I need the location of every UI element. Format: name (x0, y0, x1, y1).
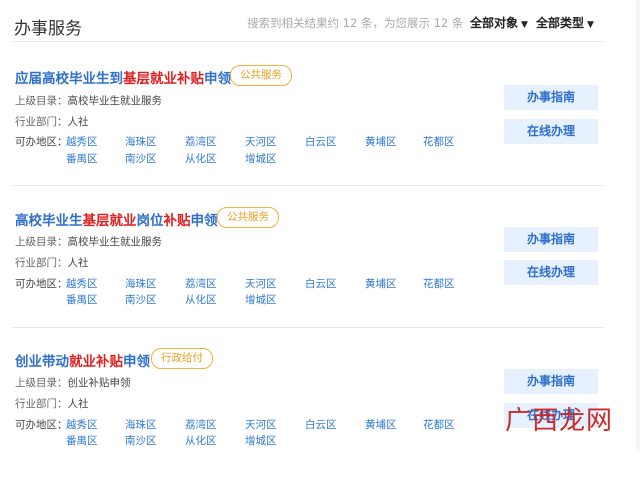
filter-object-dropdown[interactable]: 全部对象 ▼ (470, 14, 528, 31)
district-link[interactable]: 越秀区 (66, 276, 98, 291)
divider (12, 185, 604, 186)
chevron-down-icon: ▼ (587, 20, 594, 30)
filter-type-label: 全部类型 (536, 16, 585, 30)
district-link[interactable]: 荔湾区 (185, 417, 217, 432)
department: 行业部门：人社 (15, 398, 89, 410)
watermark: 广西龙网 (505, 406, 614, 436)
district-link[interactable]: 增城区 (245, 151, 277, 166)
district-link[interactable]: 花都区 (423, 417, 455, 432)
page-title: 办事服务 (14, 19, 82, 39)
page-header: 办事服务 搜索到相关结果约 12 条，为您展示 12 条 全部对象 ▼ 全部类型 ▼ (0, 0, 640, 50)
district-link[interactable]: 番禺区 (66, 433, 98, 448)
district-link[interactable]: 海珠区 (125, 276, 157, 291)
district-link[interactable]: 海珠区 (125, 417, 157, 432)
district-link[interactable]: 越秀区 (66, 417, 98, 432)
district-link[interactable]: 南沙区 (125, 151, 157, 166)
district-link[interactable]: 天河区 (245, 417, 277, 432)
department: 行业部门：人社 (15, 116, 89, 128)
district-link[interactable]: 白云区 (305, 276, 337, 291)
district-link[interactable]: 越秀区 (66, 134, 98, 149)
district-link[interactable]: 荔湾区 (185, 276, 217, 291)
filter-type-dropdown[interactable]: 全部类型 ▼ (536, 14, 594, 31)
area-label: 可办地区： (15, 136, 68, 148)
district-link[interactable]: 从化区 (185, 151, 217, 166)
category-tag: 行政给付 (151, 348, 213, 369)
district-link[interactable]: 黄埔区 (365, 134, 397, 149)
service-title-link[interactable]: 高校毕业生基层就业岗位补贴申领 (15, 209, 218, 229)
category-tag: 公共服务 (230, 65, 292, 86)
district-link[interactable]: 花都区 (423, 134, 455, 149)
district-link[interactable]: 增城区 (245, 292, 277, 307)
divider (12, 41, 604, 42)
district-link[interactable]: 海珠区 (125, 134, 157, 149)
area-label: 可办地区： (15, 278, 68, 290)
category-tag: 公共服务 (217, 207, 279, 228)
district-link[interactable]: 白云区 (305, 417, 337, 432)
district-link[interactable]: 荔湾区 (185, 134, 217, 149)
chevron-down-icon: ▼ (521, 20, 528, 30)
parent-directory: 上级目录：高校毕业生就业服务 (15, 236, 162, 248)
district-link[interactable]: 天河区 (245, 276, 277, 291)
service-card: 应届高校毕业生到基层就业补贴申领 公共服务 上级目录：高校毕业生就业服务 行业部… (0, 65, 640, 197)
online-apply-button[interactable]: 在线办理 (504, 119, 598, 144)
district-link[interactable]: 从化区 (185, 292, 217, 307)
district-link[interactable]: 花都区 (423, 276, 455, 291)
district-link[interactable]: 天河区 (245, 134, 277, 149)
district-link[interactable]: 南沙区 (125, 433, 157, 448)
area-label: 可办地区： (15, 419, 68, 431)
district-link[interactable]: 黄埔区 (365, 417, 397, 432)
filter-object-label: 全部对象 (470, 16, 519, 30)
district-link[interactable]: 番禺区 (66, 292, 98, 307)
divider (12, 327, 604, 328)
guide-button[interactable]: 办事指南 (504, 227, 598, 252)
online-apply-button[interactable]: 在线办理 (504, 260, 598, 285)
district-link[interactable]: 增城区 (245, 433, 277, 448)
district-link[interactable]: 白云区 (305, 134, 337, 149)
parent-directory: 上级目录：高校毕业生就业服务 (15, 95, 162, 107)
service-title-link[interactable]: 创业带动就业补贴申领 (15, 350, 150, 370)
district-link[interactable]: 番禺区 (66, 151, 98, 166)
service-title-link[interactable]: 应届高校毕业生到基层就业补贴申领 (15, 67, 231, 87)
district-link[interactable]: 黄埔区 (365, 276, 397, 291)
guide-button[interactable]: 办事指南 (504, 369, 598, 394)
district-link[interactable]: 南沙区 (125, 292, 157, 307)
result-summary: 搜索到相关结果约 12 条，为您展示 12 条 (247, 16, 464, 30)
parent-directory: 上级目录：创业补贴申领 (15, 377, 131, 389)
department: 行业部门：人社 (15, 257, 89, 269)
scroll-edge (636, 0, 640, 451)
guide-button[interactable]: 办事指南 (504, 85, 598, 110)
district-link[interactable]: 从化区 (185, 433, 217, 448)
service-card: 高校毕业生基层就业岗位补贴申领 公共服务 上级目录：高校毕业生就业服务 行业部门… (0, 207, 640, 339)
